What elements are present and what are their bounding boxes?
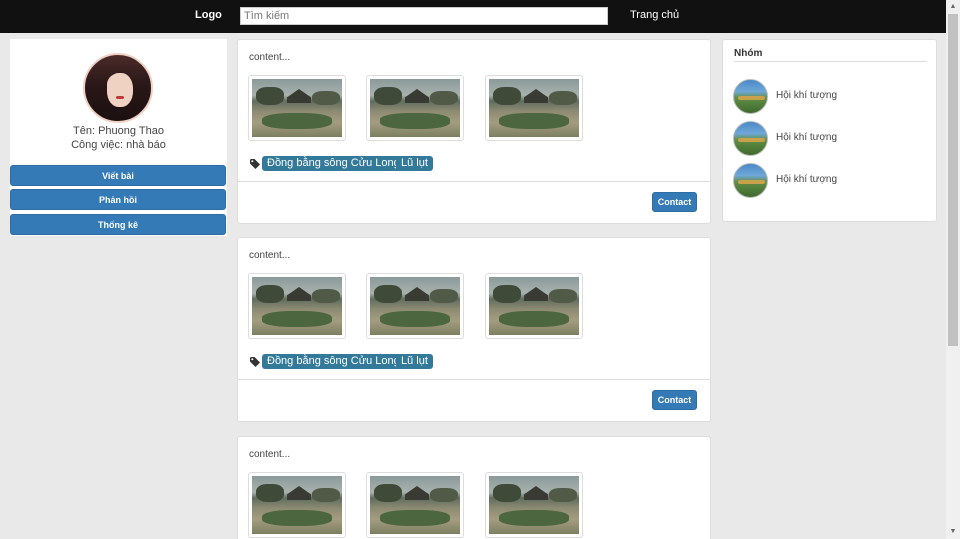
scroll-thumb[interactable] — [948, 14, 958, 346]
post-image[interactable] — [485, 75, 583, 141]
post-card: content... Đồng bằng sông Cửu Long Lũ lụ… — [237, 39, 711, 224]
groups-divider — [734, 61, 927, 62]
avatar-lips — [116, 96, 124, 99]
contact-button[interactable]: Contact — [652, 192, 697, 212]
post-image[interactable] — [248, 75, 346, 141]
group-avatar — [733, 121, 768, 156]
tag-icon — [250, 357, 260, 367]
post-image[interactable] — [485, 472, 583, 538]
logo[interactable]: Logo — [195, 9, 222, 21]
scroll-down-icon[interactable]: ▼ — [946, 525, 960, 539]
feedback-button[interactable]: Phản hồi — [10, 189, 226, 210]
post-card: content... Đồng bằng sông Cửu Long Lũ lụ… — [237, 237, 711, 422]
statistics-button[interactable]: Thống kê — [10, 214, 226, 235]
tag-icon — [250, 159, 260, 169]
post-image[interactable] — [366, 75, 464, 141]
group-item[interactable]: Hội khí tượng — [733, 163, 928, 199]
post-card: content... — [237, 436, 711, 539]
home-link[interactable]: Trang chủ — [630, 9, 679, 21]
group-label[interactable]: Hội khí tượng — [776, 90, 837, 101]
tag-mekong-delta[interactable]: Đồng bằng sông Cửu Long — [262, 354, 405, 369]
post-image[interactable] — [366, 472, 464, 538]
scrollbar[interactable]: ▲ ▼ — [946, 0, 960, 539]
post-divider — [238, 181, 710, 182]
post-image[interactable] — [485, 273, 583, 339]
tag-flood[interactable]: Lũ lụt — [396, 354, 433, 369]
group-label[interactable]: Hội khí tượng — [776, 174, 837, 185]
post-divider — [238, 379, 710, 380]
post-image[interactable] — [248, 273, 346, 339]
post-content: content... — [249, 250, 291, 261]
contact-button[interactable]: Contact — [652, 390, 697, 410]
group-item[interactable]: Hội khí tượng — [733, 79, 928, 115]
scroll-up-icon[interactable]: ▲ — [946, 0, 960, 14]
post-content: content... — [249, 449, 291, 460]
tag-flood[interactable]: Lũ lụt — [396, 156, 433, 171]
post-content: content... — [249, 52, 291, 63]
avatar — [83, 53, 153, 123]
profile-job: Công việc: nhà báo — [71, 139, 166, 151]
tag-mekong-delta[interactable]: Đồng bằng sông Cửu Long — [262, 156, 405, 171]
post-image[interactable] — [248, 472, 346, 538]
profile-name: Tên: Phuong Thao — [73, 125, 164, 137]
search-input[interactable] — [240, 7, 608, 25]
avatar-face — [107, 73, 133, 107]
group-item[interactable]: Hội khí tượng — [733, 121, 928, 157]
write-post-button[interactable]: Viết bài — [10, 165, 226, 186]
group-avatar — [733, 79, 768, 114]
post-image[interactable] — [366, 273, 464, 339]
group-avatar — [733, 163, 768, 198]
groups-title: Nhóm — [734, 48, 763, 59]
groups-panel: Nhóm Hội khí tượng Hội khí tượng Hội khí… — [722, 39, 937, 222]
top-navbar: Logo Trang chủ — [0, 0, 946, 33]
profile-panel: Tên: Phuong Thao Công việc: nhà báo Viết… — [10, 39, 227, 236]
group-label[interactable]: Hội khí tượng — [776, 132, 837, 143]
